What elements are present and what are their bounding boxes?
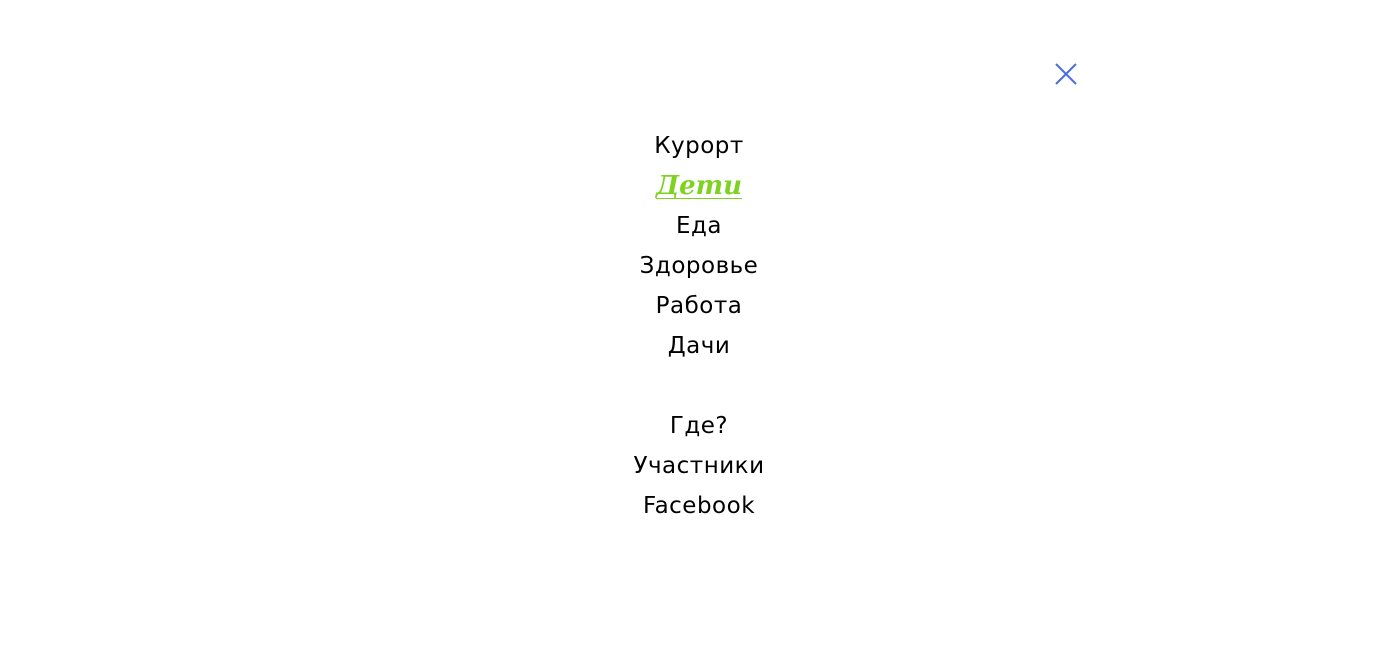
menu-item-rabota: Работа [0, 286, 1400, 326]
menu-item-dachi: Дачи [0, 326, 1400, 366]
menu-link-rabota[interactable]: Работа [656, 286, 743, 326]
menu-item-gde: Где? [0, 406, 1400, 446]
menu-item-eda: Еда [0, 206, 1400, 246]
menu-item-kurort: Курорт [0, 126, 1400, 166]
menu-link-gde[interactable]: Где? [670, 406, 728, 446]
menu-item-deti: Дети [0, 166, 1400, 206]
menu-link-zdorovye[interactable]: Здоровье [640, 246, 759, 286]
main-menu: Курорт Дети Еда Здоровье Работа Дачи Где… [0, 126, 1400, 526]
menu-link-deti[interactable]: Дети [656, 166, 742, 206]
menu-link-kurort[interactable]: Курорт [654, 126, 744, 166]
menu-item-facebook: Facebook [0, 486, 1400, 526]
menu-overlay: Курорт Дети Еда Здоровье Работа Дачи Где… [0, 0, 1400, 649]
close-icon [1055, 63, 1077, 85]
close-button[interactable] [1053, 61, 1079, 87]
menu-item-uchastniki: Участники [0, 446, 1400, 486]
menu-spacer [0, 366, 1400, 406]
menu-link-facebook[interactable]: Facebook [643, 486, 755, 526]
menu-link-dachi[interactable]: Дачи [668, 326, 731, 366]
menu-link-eda[interactable]: Еда [676, 206, 722, 246]
menu-item-zdorovye: Здоровье [0, 246, 1400, 286]
menu-link-uchastniki[interactable]: Участники [633, 446, 764, 486]
